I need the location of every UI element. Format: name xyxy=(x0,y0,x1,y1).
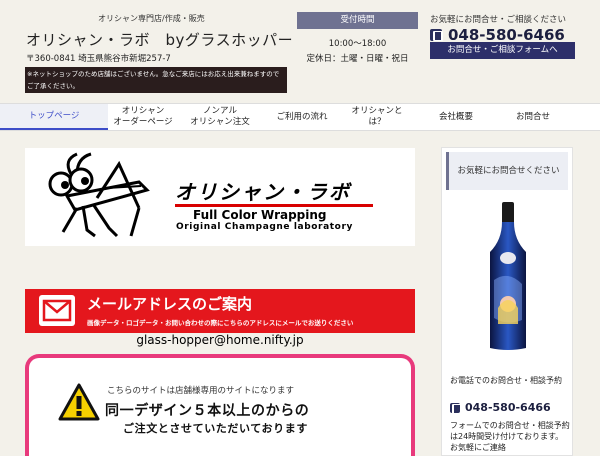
notice-line-1: こちらのサイトは店舗様専用のサイトになります xyxy=(107,386,295,396)
store-only-notice: こちらのサイトは店舗様専用のサイトになります 同一デザイン５本以上のからの ご注… xyxy=(25,354,415,456)
contact-sidebar: お気軽にお問合せください お電話でのお問合せ・相談予約 048-580-6466… xyxy=(441,147,573,456)
hours-label: 受付時間 xyxy=(297,12,418,29)
email-address-link[interactable]: glass-hopper@home.nifty.jp xyxy=(25,333,415,347)
company-address: 〒360-0841 埼玉県熊谷市新堀257-7 xyxy=(26,54,171,64)
phone-icon xyxy=(430,29,443,41)
notice-line-2: 同一デザイン５本以上のからの xyxy=(105,403,310,419)
champagne-bottle-image xyxy=(490,202,526,350)
email-info-banner: メールアドレスのご案内 画像データ・ロゴデータ・お問い合わせの際にこちらのアドレ… xyxy=(25,289,415,333)
mail-icon xyxy=(39,295,75,326)
main-nav: トップページ オリシャン オーダーページ ノンアル オリシャン注文 ご利用の流れ… xyxy=(0,103,600,131)
form-contact-desc: フォームでのお問合せ・相談予約は24時間受け付けております。お気軽にご連絡 xyxy=(450,421,570,452)
phone-icon xyxy=(450,402,462,414)
logo-subtitle-1: Full Color Wrapping xyxy=(193,208,327,222)
nav-item-contact[interactable]: お問合せ xyxy=(500,104,566,130)
contact-invite: お気軽にお問合せ・ご相談ください xyxy=(430,15,567,25)
tagline: オリシャン専門店/作成・販売 xyxy=(98,14,205,23)
brand-logo-banner: オリシャン・ラボ Full Color Wrapping Original Ch… xyxy=(25,148,415,246)
email-info-heading: メールアドレスのご案内 xyxy=(87,295,253,313)
sidebar-phone[interactable]: 048-580-6466 xyxy=(450,401,551,414)
business-hours: 受付時間 10:00～18:00 定休日：土曜・日曜・祝日 xyxy=(297,12,418,64)
nav-item-flow[interactable]: ご利用の流れ xyxy=(262,104,342,130)
hours-closed-days: 定休日：土曜・日曜・祝日 xyxy=(306,54,409,64)
sidebar-phone-number[interactable]: 048-580-6466 xyxy=(465,401,551,414)
nav-item-company[interactable]: 会社概要 xyxy=(412,104,500,130)
nav-item-top[interactable]: トップページ xyxy=(0,104,108,130)
contact-form-button[interactable]: お問合せ・ご相談フォームへ xyxy=(430,42,575,59)
phone-contact-label: お電話でのお問合せ・相談予約 xyxy=(450,376,562,385)
logo-divider xyxy=(175,204,373,207)
grasshopper-icon xyxy=(48,152,150,238)
logo-title: オリシャン・ラボ xyxy=(175,180,351,204)
nav-item-order[interactable]: オリシャン オーダーページ xyxy=(108,104,178,130)
logo-subtitle-2: Original Champagne laboratory xyxy=(176,222,353,232)
warning-icon xyxy=(58,383,100,421)
site-title[interactable]: オリシャン・ラボ byグラスホッパー xyxy=(26,29,293,50)
email-info-desc: 画像データ・ロゴデータ・お問い合わせの際にこちらのアドレスにメールでお送りくださ… xyxy=(87,319,354,327)
nav-item-nonalcohol[interactable]: ノンアル オリシャン注文 xyxy=(178,104,262,130)
no-store-notice: ※ネットショップのため店舗はございません。急なご来店にはお応え出来兼ねますのでご… xyxy=(25,67,287,93)
notice-line-3: ご注文とさせていただいております xyxy=(123,422,308,435)
site-header: オリシャン専門店/作成・販売 オリシャン・ラボ byグラスホッパー 〒360-0… xyxy=(0,0,600,103)
store-only-notice-inner: こちらのサイトは店舗様専用のサイトになります 同一デザイン５本以上のからの ご注… xyxy=(29,358,411,456)
hours-time: 10:00～18:00 xyxy=(328,39,387,49)
nav-item-about[interactable]: オリシャンとは？ xyxy=(342,104,412,130)
sidebar-heading: お気軽にお問合せください xyxy=(446,152,568,190)
